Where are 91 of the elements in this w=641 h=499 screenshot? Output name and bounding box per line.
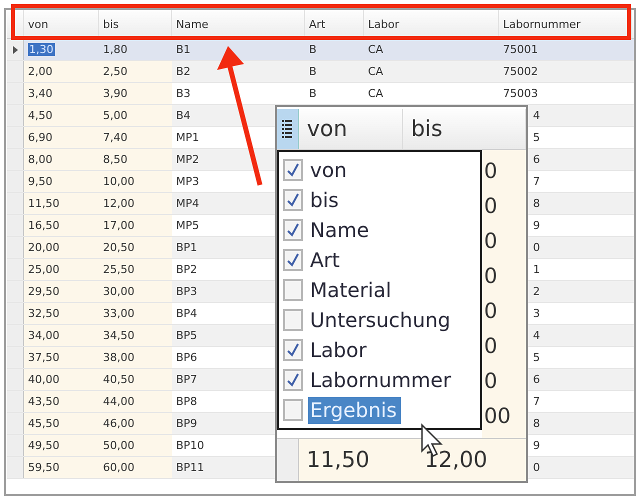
table-cell: 7,40 [99, 127, 172, 148]
table-cell-text: 1,80 [102, 42, 128, 58]
table-cell-text: CA [367, 42, 384, 58]
table-cell-text: BP10 [175, 438, 206, 454]
table-cell: 59,50 [24, 457, 99, 478]
table-cell: 32,50 [24, 303, 99, 324]
table-cell-text: BP8 [175, 394, 198, 410]
table-cell-text: 6 [532, 372, 541, 388]
table-cell: 20,00 [24, 237, 99, 258]
table-cell-text: 9 [532, 438, 541, 454]
table-cell-text: BP2 [175, 262, 198, 278]
table-cell-text: 1,30 [27, 42, 56, 58]
table-cell-text: B [308, 64, 318, 80]
table-cell: 33,00 [99, 303, 172, 324]
table-cell-text: MP5 [175, 218, 200, 234]
table-cell-text: 0 [532, 460, 541, 476]
table-cell: 20,50 [99, 237, 172, 258]
table-cell-text: 2 [532, 284, 541, 300]
table-cell-text: 75003 [502, 86, 539, 102]
table-cell: 11,50 [298, 439, 416, 481]
table-cell-text: B2 [175, 64, 192, 80]
table-cell-text: 9 [532, 218, 541, 234]
table-cell: 2,50 [99, 61, 172, 82]
table-cell: 11,50 [24, 193, 99, 214]
table-cell-text: 3 [532, 306, 541, 322]
table-cell: 38,00 [99, 347, 172, 368]
table-cell-text: 5 [532, 130, 541, 146]
table-cell-text: CA [367, 64, 384, 80]
table-cell: 50,00 [99, 435, 172, 456]
table-cell: 25,50 [99, 259, 172, 280]
table-cell: 60,00 [99, 457, 172, 478]
table-cell-text: BP11 [175, 460, 206, 476]
table-cell: 16,50 [24, 215, 99, 236]
table-cell-text: 75002 [502, 64, 539, 80]
table-cell: 3,40 [24, 83, 99, 104]
table-cell: 49,50 [24, 435, 99, 456]
table-cell: 12,00 [99, 193, 172, 214]
table-cell-text: MP3 [175, 174, 200, 190]
table-cell: 30,00 [99, 281, 172, 302]
table-cell: 43,50 [24, 391, 99, 412]
table-cell: 6,90 [24, 127, 99, 148]
table-cell: 37,50 [24, 347, 99, 368]
table-cell-text: 1 [532, 262, 541, 278]
table-cell-text: B3 [175, 86, 192, 102]
table-cell-text: 0 [532, 240, 541, 256]
table-cell-text: 7 [532, 174, 541, 190]
table-cell-text: 0 [483, 262, 498, 290]
table-cell: 40,50 [99, 369, 172, 390]
table-cell: 46,00 [99, 413, 172, 434]
table-cell-text: B1 [175, 42, 192, 58]
table-cell: 34,50 [99, 325, 172, 346]
table-cell: 29,50 [24, 281, 99, 302]
table-cell-text: 4 [532, 328, 541, 344]
table-cell: 8,50 [99, 149, 172, 170]
table-cell: 3,90 [99, 83, 172, 104]
table-cell: 4,50 [24, 105, 99, 126]
table-cell-text: MP2 [175, 152, 200, 168]
table-cell-text: 0 [483, 228, 498, 254]
table-cell-text: MP4 [175, 196, 200, 212]
table-cell-text: B4 [175, 108, 192, 124]
table-cell-text: BP5 [175, 328, 198, 344]
table-cell-text: 0 [483, 158, 498, 184]
table-cell-text: 8 [532, 196, 541, 212]
table-cell-text: 7 [532, 394, 541, 410]
table-cell: 17,00 [99, 215, 172, 236]
table-cell: 9,50 [24, 171, 99, 192]
table-cell-text: 0 [483, 332, 498, 360]
table-cell-text: 4 [532, 108, 541, 124]
table-cell: 40,00 [24, 369, 99, 390]
table-cell: 12,00 [416, 439, 526, 481]
table-cell-text: MP1 [175, 130, 200, 146]
table-cell-text: CA [367, 86, 384, 102]
table-cell-text: BP1 [175, 240, 198, 256]
table-cell: 34,00 [24, 325, 99, 346]
table-cell: 5,00 [99, 105, 172, 126]
table-cell-text: BP4 [175, 306, 198, 322]
table-cell-text: BP6 [175, 350, 198, 366]
table-cell-text: BP3 [175, 284, 198, 300]
table-cell-text: 6 [532, 152, 541, 168]
table-cell-text: B [308, 86, 318, 102]
table-cell-text: 75001 [502, 42, 539, 58]
table-cell: 10,00 [99, 171, 172, 192]
table-cell: 25,00 [24, 259, 99, 280]
table-cell-text: BP9 [175, 416, 198, 432]
table-cell-text: 5 [532, 350, 541, 366]
table-cell: 2,00 [24, 61, 99, 82]
table-cell-text: B [308, 42, 318, 58]
table-cell: 45,50 [24, 413, 99, 434]
table-cell: 44,00 [99, 391, 172, 412]
table-cell: 8,00 [24, 149, 99, 170]
table-cell-text: BP7 [175, 372, 198, 388]
